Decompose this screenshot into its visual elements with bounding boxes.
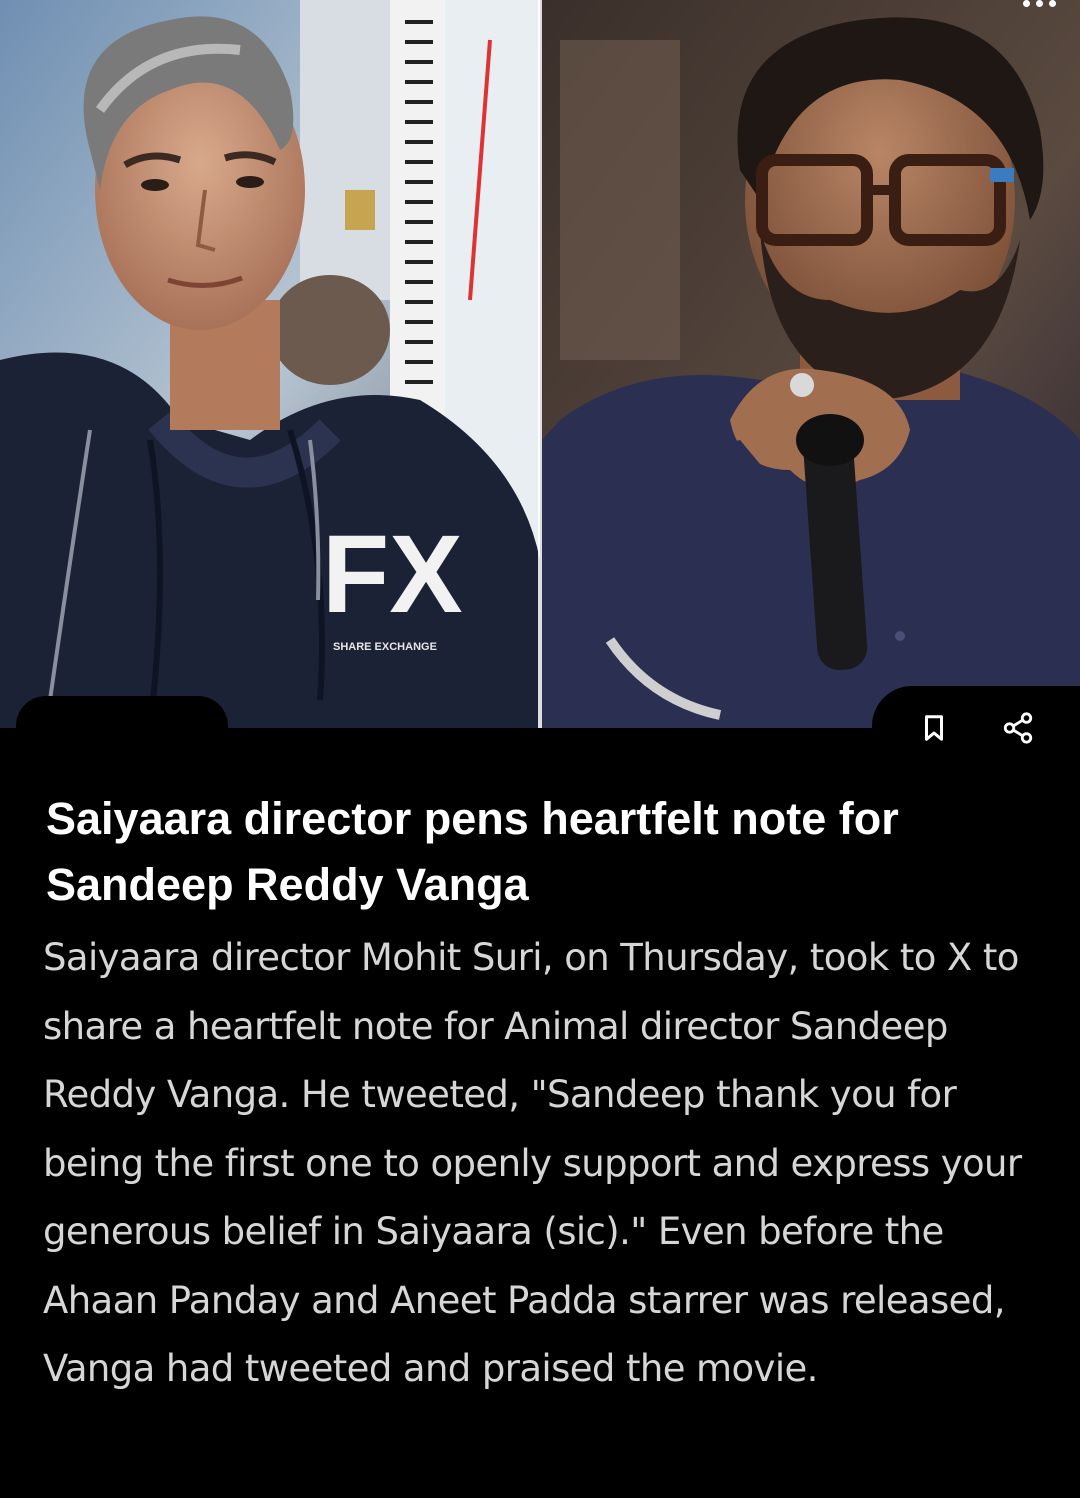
more-dot [1023, 0, 1030, 7]
right-photo [542, 0, 1080, 728]
article-summary: Saiyaara director Mohit Suri, on Thursda… [43, 936, 1022, 1390]
more-dot [1036, 0, 1043, 7]
hoodie-logo: FX [322, 513, 463, 636]
bookmark-icon [925, 715, 943, 741]
more-dots-icon[interactable] [1023, 0, 1056, 14]
bookmark-button[interactable] [910, 704, 958, 752]
more-dot [1049, 0, 1056, 7]
hoodie-logo-subtext: SHARE EXCHANGE [333, 641, 437, 653]
share-icon [1003, 712, 1033, 744]
article-photo[interactable]: FX SHARE EXCHANGE [0, 0, 1080, 728]
left-photo: FX SHARE EXCHANGE [0, 0, 540, 728]
share-button[interactable] [994, 704, 1042, 752]
article-headline[interactable]: Saiyaara director pens heartfelt note fo… [46, 786, 1036, 918]
